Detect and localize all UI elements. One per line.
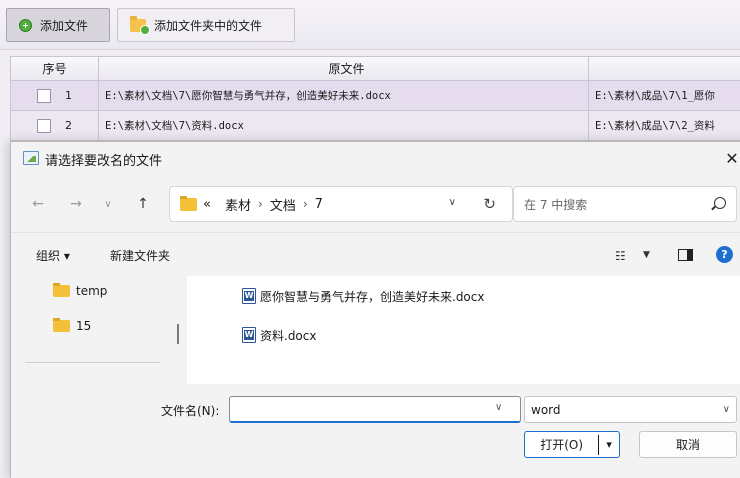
file-name: 资料.docx: [260, 328, 317, 343]
tree-item-label: temp: [76, 284, 108, 298]
back-arrow-icon[interactable]: ←: [28, 194, 48, 214]
pane-divider: [25, 362, 160, 363]
open-button[interactable]: 打开(O) ▾: [524, 431, 620, 458]
scrollbar-thumb[interactable]: [177, 324, 179, 344]
target-path-cell: E:\素材\成品\7\1_愿你: [595, 90, 715, 102]
chevron-down-icon[interactable]: ∨: [449, 197, 456, 208]
add-folder-files-button[interactable]: 添加文件夹中的文件: [117, 8, 295, 42]
recent-locations-chevron-icon[interactable]: ∨: [98, 194, 118, 214]
row-number: 2: [65, 119, 72, 132]
view-options-icon[interactable]: ☷: [615, 249, 626, 263]
new-folder-button[interactable]: 新建文件夹: [110, 247, 170, 264]
cancel-button[interactable]: 取消: [639, 431, 737, 458]
target-path-cell: E:\素材\成品\7\2_资料: [595, 120, 715, 132]
grid-header: 序号 原文件: [11, 57, 740, 81]
open-file-dialog: 请选择要改名的文件 ✕ ← → ∨ ↑ « 素材 › 文档 › 7 ∨ ↻ 在 …: [10, 141, 740, 478]
source-path-cell: E:\素材\文档\7\资料.docx: [99, 111, 589, 140]
navigation-bar: ← → ∨ ↑ « 素材 › 文档 › 7 ∨ ↻ 在 7 中搜索: [11, 174, 740, 232]
table-row[interactable]: 1 E:\素材\文档\7\愿你智慧与勇气并存，创造美好未来.docx E:\素材…: [11, 81, 740, 111]
organize-menu[interactable]: 组织 ▾: [36, 247, 70, 264]
breadcrumb-separator[interactable]: ›: [258, 197, 263, 211]
tree-item-label: 15: [76, 319, 92, 333]
navigation-pane: temp 15: [11, 276, 179, 384]
open-button-label: 打开(O): [540, 438, 584, 452]
add-folder-files-label: 添加文件夹中的文件: [154, 18, 263, 33]
file-list: 愿你智慧与勇气并存，创造美好未来.docx 资料.docx: [187, 276, 740, 384]
word-document-icon: [242, 327, 256, 343]
row-checkbox[interactable]: [37, 118, 51, 133]
table-row[interactable]: 2 E:\素材\文档\7\资料.docx E:\素材\成品\7\2_资料: [11, 111, 740, 141]
chevron-down-icon[interactable]: ∨: [723, 404, 730, 415]
up-arrow-icon[interactable]: ↑: [133, 194, 153, 214]
column-header-no[interactable]: 序号: [11, 57, 99, 80]
source-path-cell: E:\素材\文档\7\愿你智慧与勇气并存，创造美好未来.docx: [99, 81, 589, 110]
app-toolbar: 添加文件 添加文件夹中的文件: [0, 0, 740, 50]
file-name: 愿你智慧与勇气并存，创造美好未来.docx: [260, 289, 485, 304]
file-type-select[interactable]: word ∨: [524, 396, 737, 423]
row-number-cell: 1: [11, 81, 99, 110]
file-item[interactable]: 资料.docx: [242, 325, 316, 345]
add-icon: [19, 18, 32, 32]
tree-item-15[interactable]: 15: [53, 317, 91, 335]
column-header-source[interactable]: 原文件: [99, 57, 589, 80]
help-icon[interactable]: ?: [716, 246, 733, 263]
breadcrumb-item[interactable]: 7: [315, 197, 323, 212]
file-item[interactable]: 愿你智慧与勇气并存，创造美好未来.docx: [242, 286, 484, 306]
folder-add-icon: [130, 15, 150, 35]
command-bar: 组织 ▾ 新建文件夹 ☷ ▼ ?: [11, 232, 740, 276]
dialog-title: 请选择要改名的文件: [45, 154, 163, 169]
search-icon[interactable]: [714, 197, 726, 209]
breadcrumb-item[interactable]: 文档: [270, 195, 296, 214]
forward-arrow-icon[interactable]: →: [66, 194, 86, 214]
row-number: 1: [65, 89, 72, 102]
folder-icon: [180, 195, 197, 211]
folder-icon: [53, 318, 70, 332]
tree-item-temp[interactable]: temp: [53, 282, 107, 300]
column-header-target[interactable]: [589, 57, 740, 80]
filename-label: 文件名(N):: [161, 404, 220, 418]
folder-icon: [53, 283, 70, 297]
search-placeholder: 在 7 中搜索: [524, 197, 588, 212]
open-dropdown-icon[interactable]: ▾: [599, 438, 619, 451]
chevron-down-icon[interactable]: ∨: [495, 402, 502, 413]
filename-input[interactable]: [229, 396, 521, 423]
add-file-button[interactable]: 添加文件: [6, 8, 110, 42]
close-icon[interactable]: ✕: [719, 146, 740, 170]
refresh-icon[interactable]: ↻: [483, 195, 496, 213]
view-dropdown-icon[interactable]: ▼: [643, 250, 650, 260]
dialog-footer: 文件名(N): ∨ word ∨ 打开(O) ▾ 取消: [11, 384, 740, 478]
add-file-label: 添加文件: [40, 18, 89, 33]
dialog-titlebar[interactable]: 请选择要改名的文件 ✕: [11, 142, 740, 174]
preview-pane-icon[interactable]: [678, 249, 693, 261]
row-number-cell: 2: [11, 111, 99, 140]
breadcrumb-item[interactable]: 素材: [225, 195, 251, 214]
image-file-icon: [23, 151, 39, 165]
row-checkbox[interactable]: [37, 88, 51, 103]
word-document-icon: [242, 288, 256, 304]
file-type-value: word: [531, 402, 561, 417]
address-bar[interactable]: « 素材 › 文档 › 7 ∨ ↻: [169, 186, 513, 222]
breadcrumb-overflow[interactable]: «: [203, 197, 211, 212]
search-box[interactable]: 在 7 中搜索: [513, 186, 737, 222]
breadcrumb-separator[interactable]: ›: [303, 197, 308, 211]
